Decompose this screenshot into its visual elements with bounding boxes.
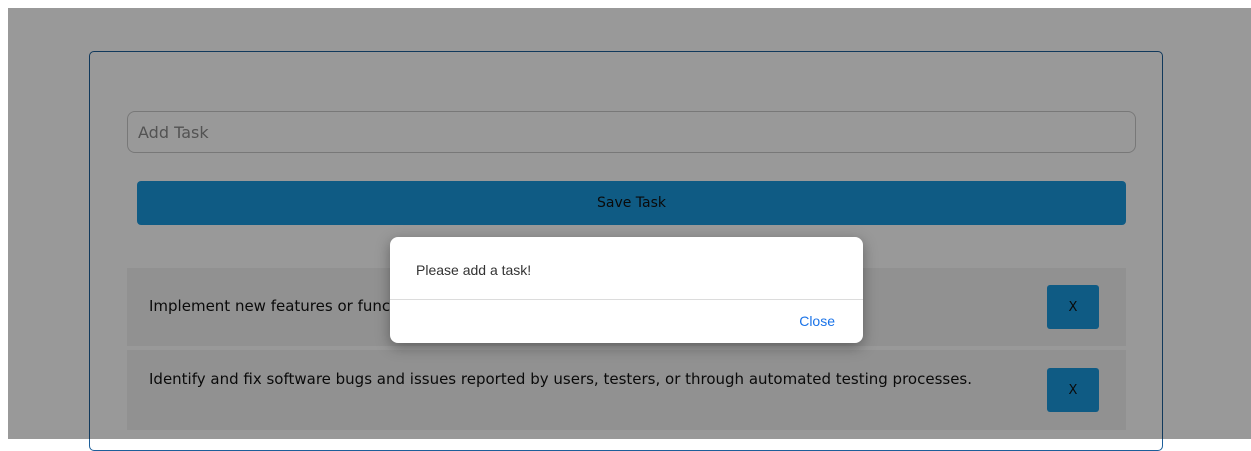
page-margin-left <box>0 0 8 439</box>
close-button[interactable]: Close <box>799 313 835 329</box>
alert-dialog: Please add a task! Close <box>390 237 863 343</box>
modal-backdrop[interactable] <box>0 0 1251 439</box>
page-margin-top <box>0 0 1251 8</box>
dialog-divider <box>390 299 863 300</box>
alert-message: Please add a task! <box>416 262 532 278</box>
